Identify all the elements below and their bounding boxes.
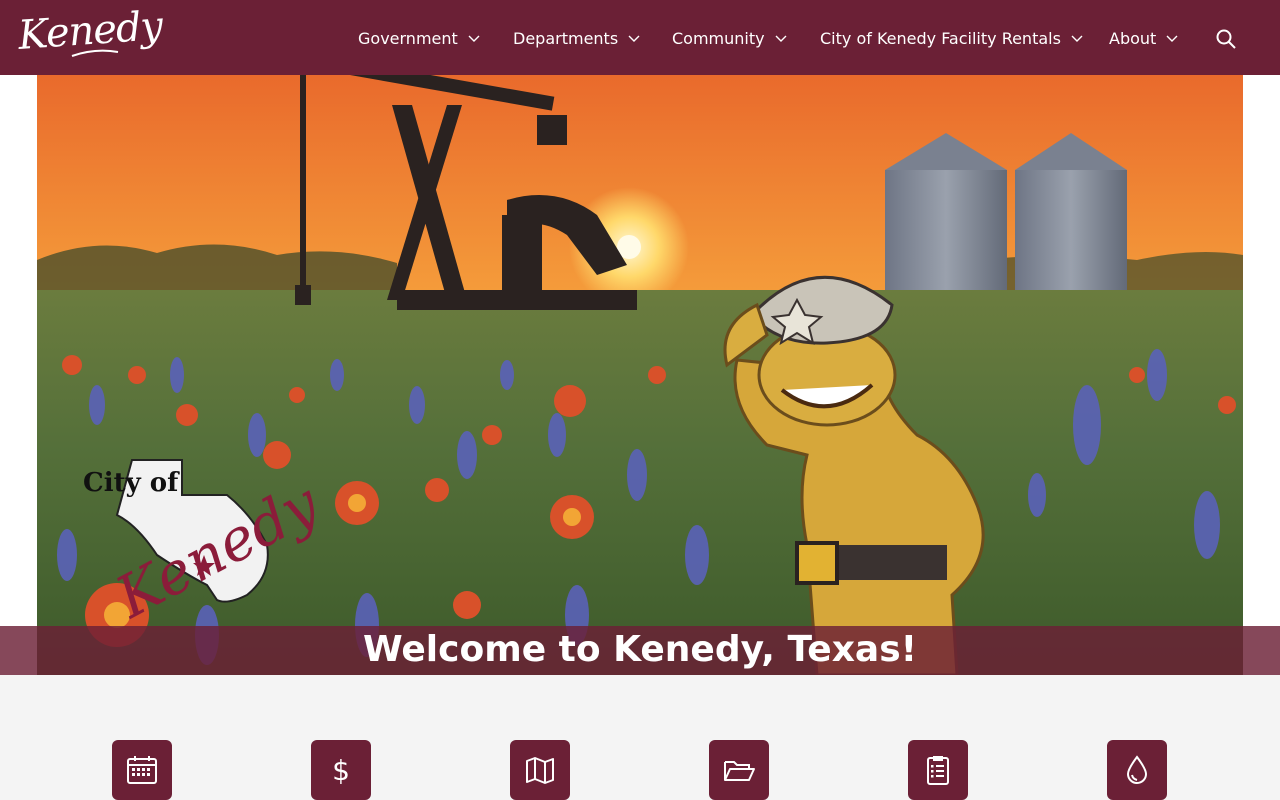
nav-departments[interactable]: Departments [513, 27, 640, 49]
hero-banner: City of Kenedy [37, 75, 1243, 675]
quick-link-calendar[interactable] [112, 740, 172, 800]
nav-community[interactable]: Community [672, 27, 787, 49]
nav-label: Government [358, 28, 458, 48]
nav-label: About [1109, 28, 1157, 48]
chevron-down-icon [1071, 35, 1083, 42]
nav-about[interactable]: About [1109, 27, 1178, 49]
quick-link-map[interactable] [510, 740, 570, 800]
chevron-down-icon [775, 35, 787, 42]
quick-link-documents[interactable] [709, 740, 769, 800]
search-icon[interactable] [1214, 27, 1238, 51]
map-icon [526, 757, 554, 784]
nav-label: Community [672, 28, 765, 48]
hero-illustration: City of Kenedy [37, 75, 1243, 675]
nav-label: Departments [513, 28, 619, 48]
quick-link-payments[interactable]: $ [311, 740, 371, 800]
clipboard-icon [927, 756, 949, 785]
chevron-down-icon [628, 35, 640, 42]
chevron-down-icon [468, 35, 480, 42]
nav-label: City of Kenedy Facility Rentals [820, 28, 1061, 48]
nav-facility-rentals[interactable]: City of Kenedy Facility Rentals [820, 27, 1083, 49]
seal-city-of-text: City of [83, 468, 180, 498]
nav-government[interactable]: Government [358, 27, 480, 49]
quick-link-utilities[interactable] [1107, 740, 1167, 800]
calendar-icon [127, 756, 157, 784]
quick-link-forms[interactable] [908, 740, 968, 800]
dollar-icon: $ [332, 754, 350, 787]
folder-icon [724, 761, 755, 781]
water-drop-icon [1126, 755, 1148, 784]
quick-links-section [0, 675, 1280, 800]
logo-swash [71, 49, 119, 57]
chevron-down-icon [1166, 35, 1178, 42]
svg-text:$: $ [332, 754, 350, 787]
welcome-heading: Welcome to Kenedy, Texas! [362, 629, 918, 670]
